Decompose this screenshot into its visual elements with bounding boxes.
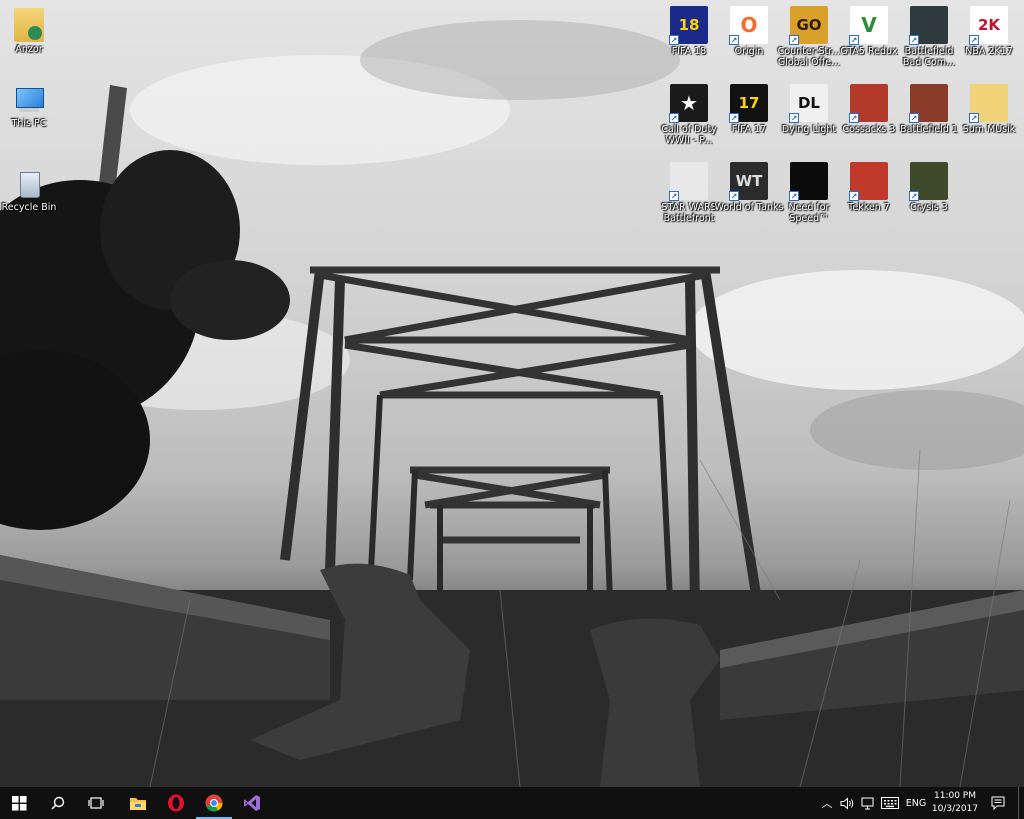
- desktop-icon-label: Sum MUsik: [962, 124, 1016, 135]
- icon-glyph: V: [861, 13, 877, 37]
- chrome-icon: [205, 794, 223, 812]
- shortcut-arrow-icon: ↗: [729, 35, 739, 45]
- recycle-bin-icon: [15, 168, 43, 200]
- nba2k17-icon: 2K ↗: [969, 6, 1008, 45]
- shortcut-arrow-icon: ↗: [969, 35, 979, 45]
- desktop-icon-anzor[interactable]: Anzor: [0, 8, 64, 55]
- icon-glyph: ★: [680, 91, 698, 115]
- need-for-speed-icon: ↗: [789, 162, 828, 201]
- world-of-tanks-icon: WT ↗: [729, 162, 768, 201]
- user-folder-icon: [14, 8, 44, 42]
- shortcut-arrow-icon: ↗: [909, 35, 919, 45]
- shortcut-arrow-icon: ↗: [849, 35, 859, 45]
- battlefield1-icon: ↗: [909, 84, 948, 123]
- star-wars-battlefront-icon: ↗: [669, 162, 708, 201]
- opera-button[interactable]: [158, 787, 194, 819]
- desktop-icon-music-folder[interactable]: ↗ Sum MUsik: [954, 84, 1024, 135]
- computer-icon: [13, 86, 45, 116]
- tekken7-icon: ↗: [849, 162, 888, 201]
- icon-glyph: 18: [678, 16, 700, 34]
- shortcut-arrow-icon: ↗: [969, 113, 979, 123]
- desktop-icon-recycle-bin[interactable]: Recycle Bin: [0, 168, 64, 213]
- volume-icon: [840, 796, 853, 810]
- gta5-icon: V ↗: [849, 6, 888, 45]
- task-view-icon: [88, 797, 104, 809]
- fifa18-icon: 18 ↗: [669, 6, 708, 45]
- desktop-icon-this-pc[interactable]: This PC: [0, 86, 64, 129]
- chevron-up-icon: ︿: [821, 797, 833, 810]
- call-of-duty-icon: ★ ↗: [669, 84, 708, 123]
- icon-glyph: 2K: [977, 16, 1001, 34]
- start-button[interactable]: [0, 787, 38, 819]
- taskbar: ︿ ENG 11:00 PM 10/3/2017: [0, 787, 1024, 819]
- shortcut-arrow-icon: ↗: [729, 113, 739, 123]
- shortcut-arrow-icon: ↗: [909, 113, 919, 123]
- file-explorer-button[interactable]: [120, 787, 156, 819]
- shortcut-arrow-icon: ↗: [669, 113, 679, 123]
- dying-light-icon: DL ↗: [789, 84, 828, 123]
- touch-keyboard-button[interactable]: [879, 787, 901, 819]
- desktop-icon-label: Crysis 3: [910, 202, 948, 213]
- task-view-button[interactable]: [78, 787, 114, 819]
- shortcut-arrow-icon: ↗: [909, 191, 919, 201]
- search-button[interactable]: [40, 787, 76, 819]
- desktop-icon-crysis3[interactable]: ↗ Crysis 3: [894, 162, 964, 213]
- opera-icon: [168, 794, 184, 812]
- chrome-button[interactable]: [196, 787, 232, 819]
- folder-icon: [130, 797, 146, 810]
- desktop-icon-nba2k17[interactable]: 2K ↗ NBA 2K17: [954, 6, 1024, 57]
- language-indicator: ENG: [905, 797, 927, 809]
- visual-studio-icon: [244, 795, 260, 811]
- icon-glyph: O: [740, 13, 758, 37]
- icon-glyph: WT: [735, 172, 763, 190]
- music-folder-icon: ↗: [969, 84, 1008, 123]
- shortcut-arrow-icon: ↗: [789, 113, 799, 123]
- shortcut-arrow-icon: ↗: [849, 113, 859, 123]
- input-language-button[interactable]: ENG: [903, 787, 929, 819]
- network-button[interactable]: [858, 787, 878, 819]
- icon-glyph: GO: [796, 16, 822, 34]
- shortcut-arrow-icon: ↗: [729, 191, 739, 201]
- notification-icon: [991, 796, 1005, 810]
- cossacks3-icon: ↗: [849, 84, 888, 123]
- clock-time: 11:00 PM: [934, 791, 976, 801]
- search-icon: [51, 796, 65, 810]
- volume-button[interactable]: [837, 787, 857, 819]
- clock-button[interactable]: 11:00 PM 10/3/2017: [930, 790, 980, 816]
- show-desktop-button[interactable]: [1018, 787, 1024, 819]
- icon-glyph: DL: [797, 94, 820, 112]
- clock-date: 10/3/2017: [931, 804, 979, 814]
- shortcut-arrow-icon: ↗: [849, 191, 859, 201]
- icon-glyph: 17: [738, 94, 760, 112]
- shortcut-arrow-icon: ↗: [669, 191, 679, 201]
- fifa17-icon: 17 ↗: [729, 84, 768, 123]
- shortcut-arrow-icon: ↗: [789, 191, 799, 201]
- desktop-icon-label: NBA 2K17: [965, 46, 1013, 57]
- keyboard-icon: [881, 797, 899, 809]
- shortcut-arrow-icon: ↗: [789, 35, 799, 45]
- network-icon: [861, 797, 873, 809]
- crysis3-icon: ↗: [909, 162, 948, 201]
- shortcut-arrow-icon: ↗: [669, 35, 679, 45]
- csgo-icon: GO ↗: [789, 6, 828, 45]
- battlefield-bad-company-icon: ↗: [909, 6, 948, 45]
- show-hidden-icons-button[interactable]: ︿: [818, 787, 836, 819]
- visual-studio-button[interactable]: [234, 787, 270, 819]
- action-center-button[interactable]: [984, 787, 1012, 819]
- windows-logo-icon: [11, 795, 27, 811]
- origin-icon: O ↗: [729, 6, 768, 45]
